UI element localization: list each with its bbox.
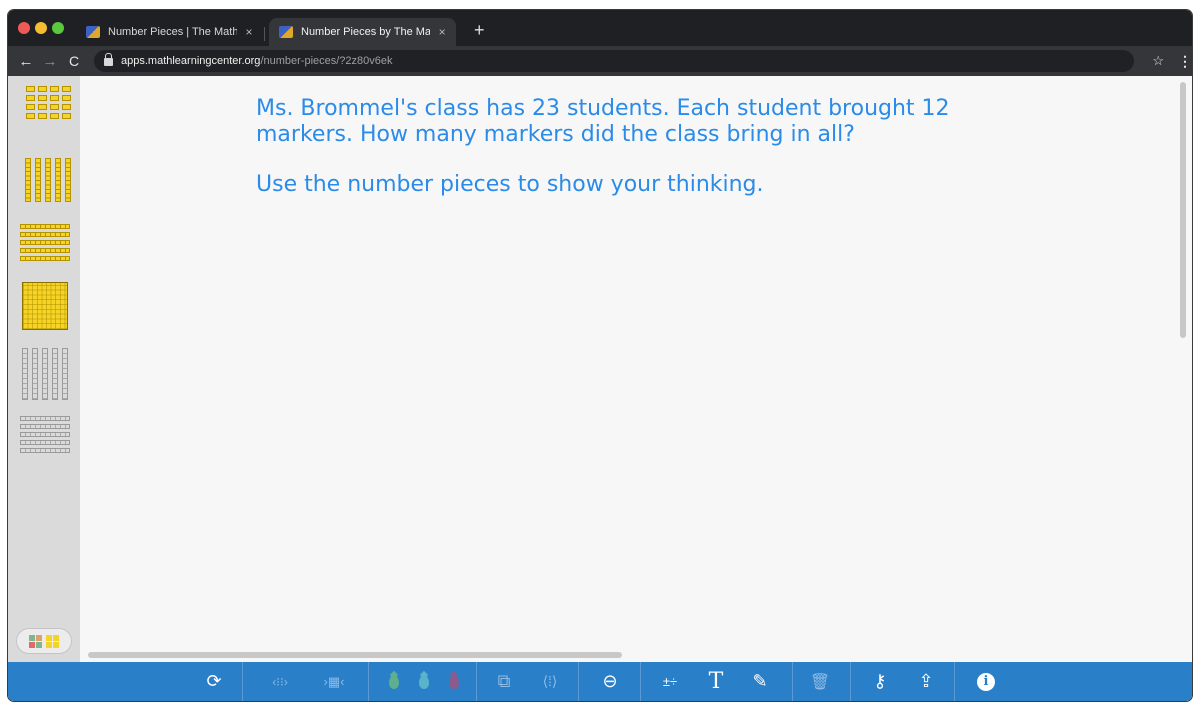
browser-menu-icon[interactable]: ⋮ bbox=[1178, 53, 1192, 70]
tens-pieces-horizontal[interactable] bbox=[20, 224, 70, 261]
workspace[interactable]: Ms. Brommel's class has 23 students. Eac… bbox=[8, 76, 1192, 662]
close-window-button[interactable] bbox=[18, 22, 30, 34]
bookmark-star-icon[interactable]: ☆ bbox=[1152, 53, 1164, 69]
tab-number-pieces-1[interactable]: Number Pieces | The Math Lea × bbox=[76, 18, 263, 46]
color-pieces-icon bbox=[29, 634, 42, 648]
minimize-window-button[interactable] bbox=[35, 22, 47, 34]
key-icon[interactable]: ⚷ bbox=[862, 662, 898, 701]
ones-pieces[interactable] bbox=[26, 86, 71, 119]
reload-icon[interactable]: C bbox=[64, 53, 84, 69]
outline-tens-vertical[interactable] bbox=[22, 348, 68, 400]
back-arrow-icon[interactable]: ← bbox=[16, 53, 36, 70]
tab-title: Number Pieces by The Math Le bbox=[301, 26, 431, 38]
tab-strip: Number Pieces | The Math Lea × Number Pi… bbox=[8, 10, 1192, 46]
lock-icon bbox=[104, 53, 113, 66]
tab-title: Number Pieces | The Math Lea bbox=[108, 26, 238, 38]
break-apart-icon[interactable]: ‹⁝⁝› bbox=[260, 662, 300, 701]
outline-tens-horizontal[interactable] bbox=[20, 416, 70, 453]
refresh-icon[interactable]: ⟳ bbox=[196, 662, 232, 701]
text-icon[interactable]: T bbox=[698, 662, 734, 701]
pencil-icon[interactable]: ✎ bbox=[742, 662, 778, 701]
problem-question: Ms. Brommel's class has 23 students. Eac… bbox=[256, 96, 950, 147]
maximize-window-button[interactable] bbox=[52, 22, 64, 34]
operations-icon[interactable]: ±÷ bbox=[652, 662, 688, 701]
problem-text[interactable]: Ms. Brommel's class has 23 students. Eac… bbox=[256, 96, 976, 198]
address-toolbar: ← → C apps.mathlearningcenter.org/number… bbox=[8, 46, 1192, 76]
vertical-scrollbar[interactable] bbox=[1180, 82, 1186, 338]
horizontal-scrollbar[interactable] bbox=[88, 652, 622, 658]
close-icon[interactable]: × bbox=[436, 25, 448, 39]
url-path: /number-pieces/?2z80v6ek bbox=[260, 55, 393, 67]
forward-arrow-icon[interactable]: → bbox=[40, 53, 60, 70]
trash-icon[interactable]: 🗑 bbox=[802, 662, 838, 701]
problem-instruction: Use the number pieces to show your think… bbox=[256, 172, 764, 197]
mlc-logo-icon bbox=[86, 26, 100, 38]
palette-toggle-button[interactable] bbox=[16, 628, 72, 654]
duplicate-icon[interactable]: ⧉ bbox=[486, 662, 522, 701]
tab-number-pieces-2[interactable]: Number Pieces by The Math Le × bbox=[269, 18, 456, 46]
close-icon[interactable]: × bbox=[243, 25, 255, 39]
share-icon[interactable]: ⇪ bbox=[908, 662, 944, 701]
address-bar[interactable]: apps.mathlearningcenter.org/number-piece… bbox=[94, 50, 1134, 72]
purple-drop-icon[interactable] bbox=[436, 662, 472, 701]
rotate-icon[interactable]: ⟨⁞⟩ bbox=[532, 662, 568, 701]
zoom-out-icon[interactable]: ⊖ bbox=[592, 662, 628, 701]
info-icon[interactable]: i bbox=[968, 662, 1004, 701]
group-icon[interactable]: ›▦‹ bbox=[314, 662, 354, 701]
yellow-pieces-icon bbox=[46, 634, 59, 648]
piece-palette bbox=[8, 76, 80, 662]
tab-separator bbox=[264, 27, 265, 41]
mlc-logo-icon bbox=[279, 26, 293, 38]
bottom-toolbar: ⟳ ‹⁝⁝› ›▦‹ ⧉ ⟨⁞⟩ ⊖ ±÷ T ✎ 🗑 ⚷ ⇪ i bbox=[8, 662, 1192, 701]
tens-pieces-vertical[interactable] bbox=[25, 158, 71, 202]
hundreds-piece[interactable] bbox=[22, 282, 68, 330]
browser-window: Number Pieces | The Math Lea × Number Pi… bbox=[8, 10, 1192, 701]
url-domain: apps.mathlearningcenter.org bbox=[121, 55, 261, 67]
new-tab-button[interactable]: + bbox=[474, 20, 485, 40]
